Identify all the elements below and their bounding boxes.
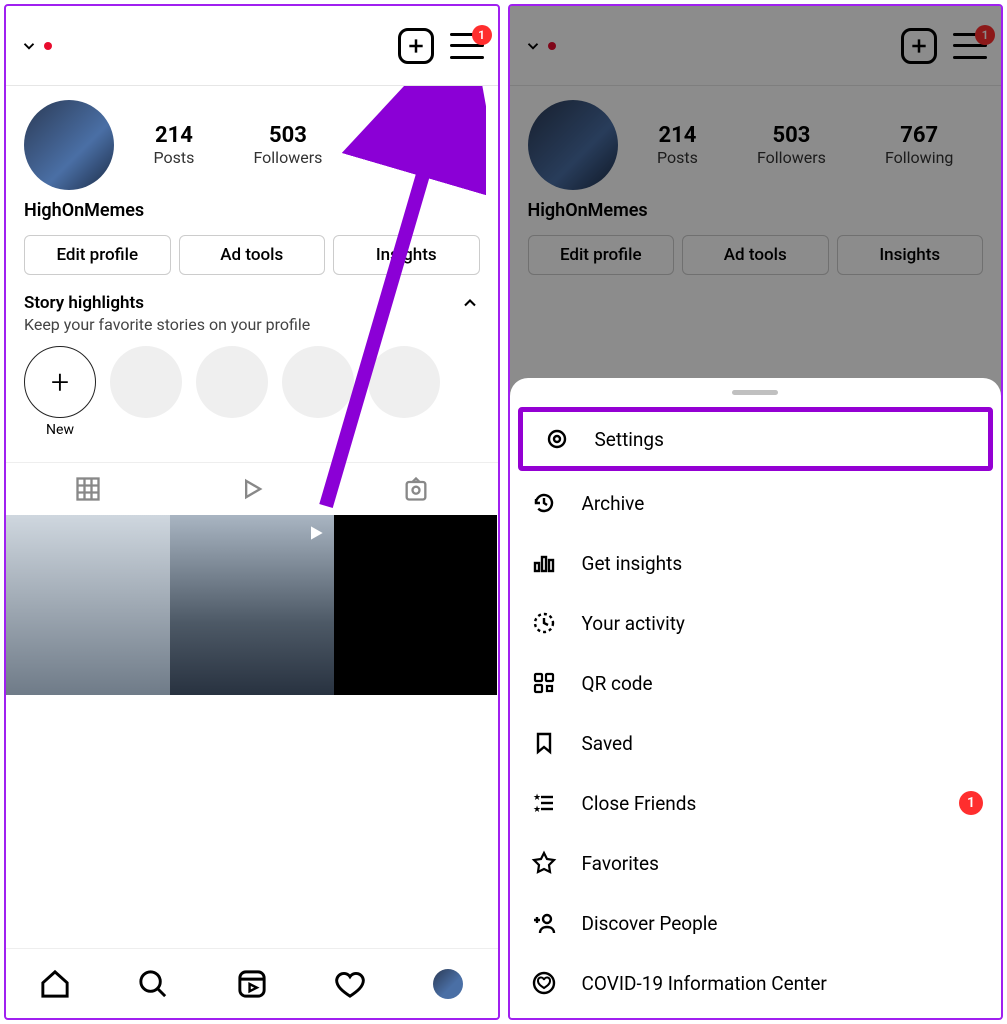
stat-posts[interactable]: 214Posts [154, 123, 195, 167]
menu-item-your-activity[interactable]: Your activity [510, 593, 1002, 653]
stat-following[interactable]: 767Following [381, 123, 449, 167]
ad-tools-button[interactable]: Ad tools [179, 235, 326, 275]
play-icon [238, 475, 266, 503]
tab-grid[interactable] [6, 463, 170, 515]
highlights-title: Story highlights [24, 293, 144, 313]
gear-icon [541, 423, 573, 455]
bottom-nav [6, 948, 498, 1018]
nav-search[interactable] [136, 967, 170, 1001]
reels-icon [235, 967, 269, 1001]
menu-item-label: Close Friends [582, 792, 697, 815]
qr-icon [528, 667, 560, 699]
menu-item-label: QR code [582, 672, 653, 695]
insights-button[interactable]: Insights [333, 235, 480, 275]
nav-reels[interactable] [235, 967, 269, 1001]
chevron-down-icon [20, 37, 38, 55]
menu-item-discover-people[interactable]: Discover People [510, 893, 1002, 953]
menu-item-label: Discover People [582, 912, 718, 935]
menu-item-label: Get insights [582, 552, 683, 575]
post-thumbnail[interactable] [170, 515, 334, 695]
avatar-icon [433, 969, 463, 999]
display-name: HighOnMemes [6, 194, 498, 235]
add-person-icon [528, 907, 560, 939]
activity-icon [528, 607, 560, 639]
svg-text:★: ★ [533, 805, 541, 815]
nav-activity[interactable] [333, 967, 367, 1001]
menu-item-close-friends[interactable]: ★★Close Friends1 [510, 773, 1002, 833]
notification-badge: 1 [472, 25, 492, 45]
chart-icon [528, 547, 560, 579]
heart-icon [333, 967, 367, 1001]
menu-item-get-insights[interactable]: Get insights [510, 533, 1002, 593]
tab-tagged[interactable] [334, 463, 498, 515]
new-highlight-button[interactable]: + [24, 346, 96, 418]
menu-item-covid-19-information-center[interactable]: COVID-19 Information Center [510, 953, 1002, 1013]
bookmark-icon [528, 727, 560, 759]
grid-icon [74, 475, 102, 503]
create-post-button[interactable] [398, 28, 434, 64]
bottom-sheet-menu: Settings Archive Get insights Your activity… [510, 378, 1002, 1018]
menu-item-label: Saved [582, 732, 633, 755]
menu-item-qr-code[interactable]: QR code [510, 653, 1002, 713]
post-thumbnail[interactable] [6, 515, 170, 695]
play-overlay-icon [306, 523, 326, 543]
heart-circle-icon [528, 967, 560, 999]
highlights-subtitle: Keep your favorite stories on your profi… [24, 315, 480, 334]
username-dropdown[interactable] [20, 37, 52, 55]
phone-right-menu: 1 214Posts 503Followers 767Following Hig… [508, 4, 1004, 1020]
story-highlights-section: Story highlights Keep your favorite stor… [6, 293, 498, 438]
sheet-handle[interactable] [732, 390, 778, 395]
new-highlight-label: New [24, 422, 96, 438]
history-icon [528, 487, 560, 519]
phone-left-profile: 1 214Posts 503Followers 767Following Hig… [4, 4, 500, 1020]
new-activity-dot [44, 42, 52, 50]
highlight-placeholder [368, 346, 440, 418]
stat-followers[interactable]: 503Followers [253, 123, 322, 167]
menu-item-saved[interactable]: Saved [510, 713, 1002, 773]
menu-item-label: Settings [595, 428, 664, 451]
highlight-placeholder [196, 346, 268, 418]
profile-header: 214Posts 503Followers 767Following [6, 86, 498, 194]
post-thumbnail[interactable] [334, 515, 498, 695]
menu-item-label: Archive [582, 492, 645, 515]
menu-item-favorites[interactable]: Favorites [510, 833, 1002, 893]
home-icon [38, 967, 72, 1001]
menu-item-label: Your activity [582, 612, 685, 635]
plus-icon [406, 36, 426, 56]
menu-item-label: COVID-19 Information Center [582, 972, 827, 995]
edit-profile-button[interactable]: Edit profile [24, 235, 171, 275]
highlight-placeholder [282, 346, 354, 418]
highlight-placeholder [110, 346, 182, 418]
profile-avatar[interactable] [24, 100, 114, 190]
top-bar: 1 [6, 6, 498, 86]
chevron-up-icon[interactable] [460, 293, 480, 313]
star-icon [528, 847, 560, 879]
tab-reels[interactable] [170, 463, 334, 515]
nav-home[interactable] [38, 967, 72, 1001]
list-star-icon: ★★ [528, 787, 560, 819]
search-icon [136, 967, 170, 1001]
menu-item-settings[interactable]: Settings [518, 407, 994, 471]
hamburger-menu-button[interactable]: 1 [450, 33, 484, 59]
tagged-icon [402, 475, 430, 503]
menu-item-archive[interactable]: Archive [510, 473, 1002, 533]
content-tabs [6, 462, 498, 515]
posts-grid [6, 515, 498, 695]
nav-profile[interactable] [431, 967, 465, 1001]
menu-badge: 1 [959, 791, 983, 815]
menu-item-label: Favorites [582, 852, 659, 875]
svg-text:★: ★ [533, 793, 541, 803]
